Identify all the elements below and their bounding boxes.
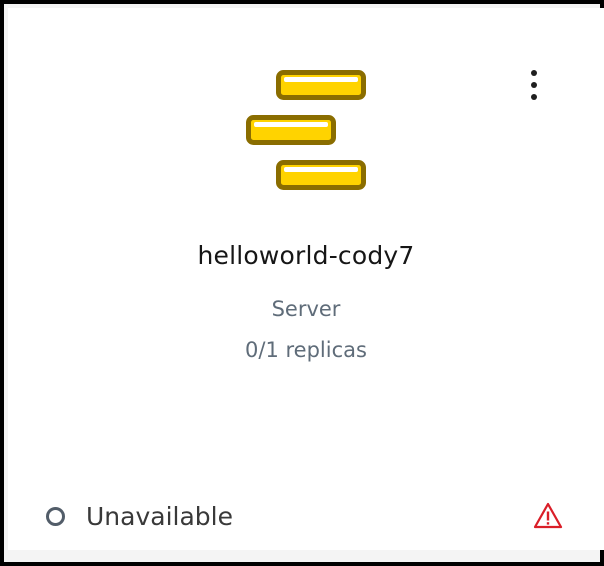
status-circle-icon (46, 506, 65, 526)
menu-dot (531, 70, 537, 76)
replica-count: 0/1 replicas (245, 338, 367, 362)
warning-triangle-icon[interactable] (532, 500, 564, 532)
overflow-menu-icon[interactable] (518, 66, 550, 106)
menu-dot (531, 94, 537, 100)
server-card[interactable]: helloworld-cody7 Server 0/1 replicas Una… (8, 8, 604, 550)
window-frame: helloworld-cody7 Server 0/1 replicas Una… (0, 0, 604, 566)
menu-dot (531, 82, 537, 88)
card-title: helloworld-cody7 (197, 241, 415, 270)
card-type: Server (271, 297, 341, 321)
stacked-bars-logo-icon (246, 70, 366, 190)
status-indicator: Unavailable (46, 498, 233, 534)
status-label: Unavailable (86, 501, 233, 531)
